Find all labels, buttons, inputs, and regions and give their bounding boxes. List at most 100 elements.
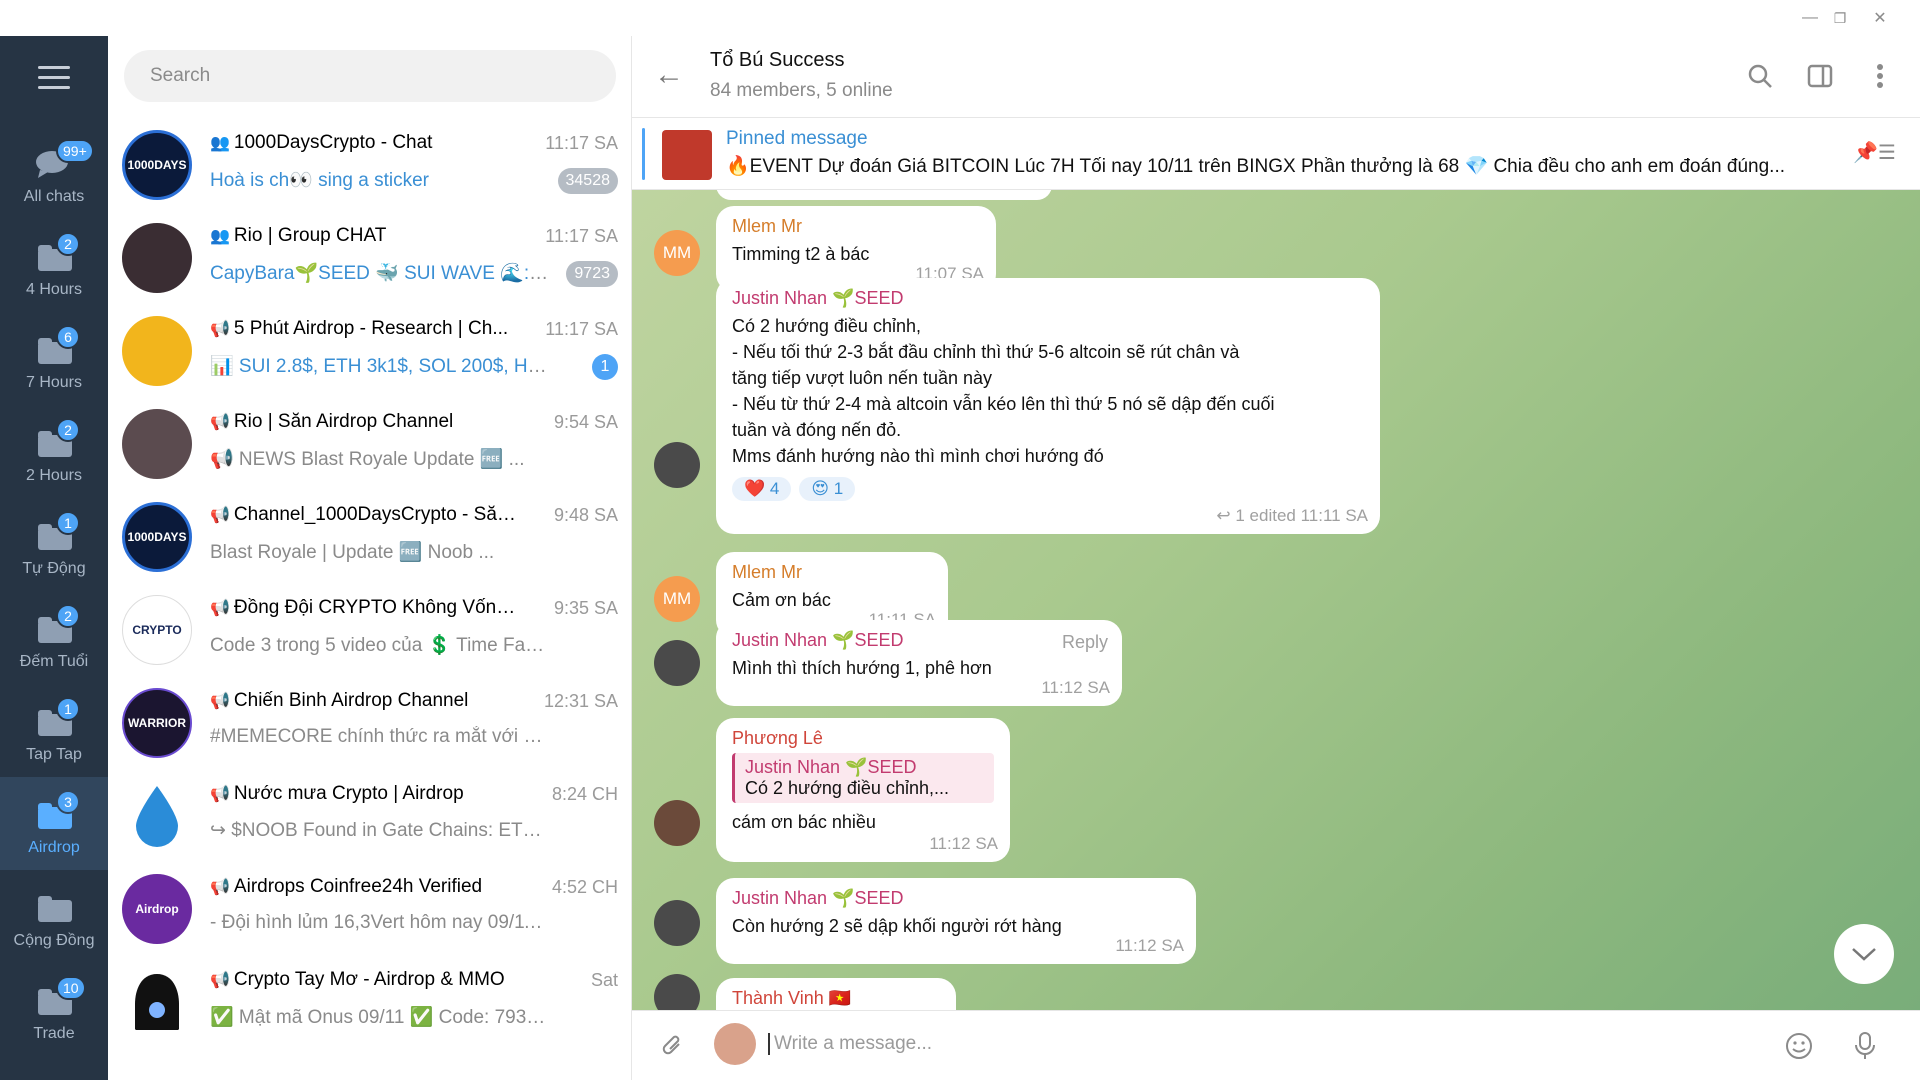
avatar: WARRIOR [122, 688, 192, 758]
chat-item-5-phut-airdrop[interactable]: 📢 5 Phút Airdrop - Research | Ch... 11:17… [108, 306, 631, 399]
chat-title: 📢 Chiến Binh Airdrop Channel [210, 690, 520, 712]
avatar[interactable] [654, 640, 700, 686]
megaphone-icon: 📢 [210, 507, 230, 524]
chat-item-airdrops-coinfree24h[interactable]: Airdrop 📢 Airdrops Coinfree24h Verified 4… [108, 864, 631, 957]
folder-badge: 2 [56, 232, 80, 256]
message-area: MM Mlem Mr Timming t2 à bác 11:07 SA Jus… [632, 190, 1920, 1010]
chat-time: 11:17 SA [545, 226, 618, 246]
search-input[interactable]: Search [124, 50, 616, 102]
message-time: ↩ 1 edited 11:11 SA [1216, 506, 1368, 525]
pin-list-icon[interactable]: 📌☰ [1853, 140, 1896, 165]
more-options-icon[interactable] [1860, 56, 1900, 96]
chat-preview: Code 3 trong 5 video của 💲 Time Farm... [210, 635, 550, 656]
message-sender: Justin Nhan 🌱SEED [732, 630, 904, 650]
avatar[interactable] [654, 900, 700, 946]
folder-label: Trade [33, 1025, 75, 1042]
avatar[interactable]: MM [654, 230, 700, 276]
message-bubble[interactable]: Phương Lê Justin Nhan 🌱SEED Có 2 hướng đ… [716, 718, 1010, 862]
message-bubble[interactable]: Justin Nhan 🌱SEED Còn hướng 2 sẽ dập khố… [716, 878, 1196, 964]
chat-item-crypto-tay-mo[interactable]: 📢 Crypto Tay Mơ - Airdrop & MMO Sat ✅ Mật… [108, 957, 631, 1050]
microphone-icon[interactable] [1846, 1027, 1884, 1065]
chat-preview-text: Hoà is ch👀 sing a sticker [210, 170, 430, 191]
folder-label: 4 Hours [25, 281, 83, 298]
sidebar-toggle-icon[interactable] [1800, 56, 1840, 96]
chat-title-text: 1000DaysCrypto - Chat [233, 132, 433, 153]
message-sender: Thành Vinh 🇻🇳 [732, 988, 852, 1008]
reaction-heart[interactable]: ❤️ 4 [732, 477, 792, 501]
chat-preview: - Đội hình lủm 16,3Vert hôm nay 09/11/..… [210, 912, 550, 933]
folder-label: All chats [23, 188, 85, 205]
folder-label: 7 Hours [25, 374, 83, 391]
avatar [122, 967, 192, 1037]
folder-icon [38, 896, 72, 922]
folder-4-hours[interactable]: 2 4 Hours [0, 219, 108, 312]
chat-item-dong-doi-crypto[interactable]: CRYPTO 📢 Đồng Đội CRYPTO Không Vốn C... 9… [108, 585, 631, 678]
message-time: 11:12 SA [929, 834, 998, 853]
folder-dem-tuoi[interactable]: 2 Đếm Tuổi [0, 591, 108, 684]
chat-item-nuoc-mua-crypto[interactable]: 📢 Nước mưa Crypto | Airdrop 8:24 CH ↪ $NO… [108, 771, 631, 864]
message-input[interactable]: Write a message... [768, 1033, 932, 1055]
window-titlebar: — ❐ ✕ [0, 0, 1920, 36]
folder-tap-tap[interactable]: 1 Tap Tap [0, 684, 108, 777]
chat-list: Search 1000DAYS 👥 1000DaysCrypto - Chat 1… [108, 36, 632, 1080]
avatar[interactable] [654, 800, 700, 846]
message-bubble[interactable]: Justin Nhan 🌱SEED Có 2 hướng điều chỉnh,… [716, 278, 1380, 534]
chat-item-chien-binh-airdrop[interactable]: WARRIOR 📢 Chiến Binh Airdrop Channel 12:3… [108, 678, 631, 771]
reply-link[interactable]: Reply [1062, 632, 1108, 653]
chat-time: 8:24 CH [551, 784, 618, 804]
reaction-heart-eyes[interactable]: 😍 1 [799, 477, 856, 501]
search-icon[interactable] [1740, 56, 1780, 96]
pinned-message-bar[interactable]: Pinned message 🔥EVENT Dự đoán Giá BITCOI… [632, 118, 1920, 190]
chat-item-rio-san-airdrop[interactable]: 📢 Rio | Săn Airdrop Channel 9:54 SA 📢 NEW… [108, 399, 631, 492]
emoji-icon[interactable] [1780, 1027, 1818, 1065]
chat-title: 👥 Rio | Group CHAT [210, 225, 520, 247]
message-sender: Justin Nhan 🌱SEED [732, 888, 904, 908]
message-text: Có 2 hướng điều chỉnh, - Nếu tối thứ 2-3… [732, 316, 1275, 466]
chat-item-channel-1000dayscrypto[interactable]: 1000DAYS 📢 Channel_1000DaysCrypto - Săn .… [108, 492, 631, 585]
avatar[interactable] [654, 974, 700, 1010]
chat-item-rio-group-chat[interactable]: 👥 Rio | Group CHAT 11:17 SA CapyBara🌱SEED… [108, 213, 631, 306]
chat-item-1000dayscrypto-chat[interactable]: 1000DAYS 👥 1000DaysCrypto - Chat 11:17 SA… [108, 120, 631, 213]
chat-title-text: Airdrops Coinfree24h Verified [233, 876, 483, 897]
send-as-avatar[interactable] [714, 1023, 756, 1065]
megaphone-icon: 📢 [210, 414, 230, 431]
folder-trade[interactable]: 10 Trade [0, 963, 108, 1056]
reactions: ❤️ 4 😍 1 [732, 477, 1364, 501]
close-button[interactable]: ✕ [1850, 0, 1910, 36]
hooded-figure-icon [135, 974, 179, 1030]
message-bubble[interactable]: Thành Vinh 🇻🇳 [716, 978, 956, 1010]
avatar[interactable]: MM [654, 576, 700, 622]
folder-tu-dong[interactable]: 1 Tự Động [0, 498, 108, 591]
folder-all-chats[interactable]: 99+ All chats [0, 126, 108, 219]
attach-icon[interactable] [654, 1027, 692, 1065]
scroll-down-button[interactable] [1834, 924, 1894, 984]
avatar: Airdrop [122, 874, 192, 944]
reply-quote[interactable]: Justin Nhan 🌱SEED Có 2 hướng điều chỉnh,… [732, 753, 994, 803]
chat-title-text: Crypto Tay Mơ - Airdrop & MMO [233, 969, 505, 990]
megaphone-icon: 📢 [210, 321, 230, 338]
folder-7-hours[interactable]: 6 7 Hours [0, 312, 108, 405]
chat-title-text: Rio | Săn Airdrop Channel [233, 411, 454, 432]
chat-title-text: 5 Phút Airdrop - Research | Ch... [233, 318, 509, 339]
folder-2-hours[interactable]: 2 2 Hours [0, 405, 108, 498]
avatar: 1000DAYS [122, 130, 192, 200]
menu-icon[interactable] [38, 66, 70, 92]
chat-preview: #MEMECORE chính thức ra mắt với hơn... [210, 726, 550, 747]
chat-header-title[interactable]: Tổ Bú Success [710, 49, 845, 72]
folder-badge: 3 [56, 790, 80, 814]
message-bubble[interactable]: Justin Nhan 🌱SEED Mình thì thích hướng 1… [716, 620, 1122, 706]
avatar [122, 781, 192, 851]
water-drop-icon [136, 786, 178, 847]
chat-title-text: Rio | Group CHAT [233, 225, 387, 246]
chat-preview: ↪ $NOOB Found in Gate Chains: ETH No... [210, 820, 550, 841]
chat-title-text: Chiến Binh Airdrop Channel [233, 690, 469, 711]
avatar [122, 409, 192, 479]
folder-airdrop[interactable]: 3 Airdrop [0, 777, 108, 870]
chat-preview: ✅ Mật mã Onus 09/11 ✅ Code: 793 - ... [210, 1007, 550, 1028]
back-arrow-icon[interactable]: ← [654, 60, 684, 90]
folder-cong-dong[interactable]: Cộng Đồng [0, 870, 108, 963]
megaphone-icon: 📢 [210, 693, 230, 710]
chat-title-text: Channel_1000DaysCrypto - Săn ... [233, 504, 520, 525]
folder-badge: 2 [56, 604, 80, 628]
avatar[interactable] [654, 442, 700, 488]
